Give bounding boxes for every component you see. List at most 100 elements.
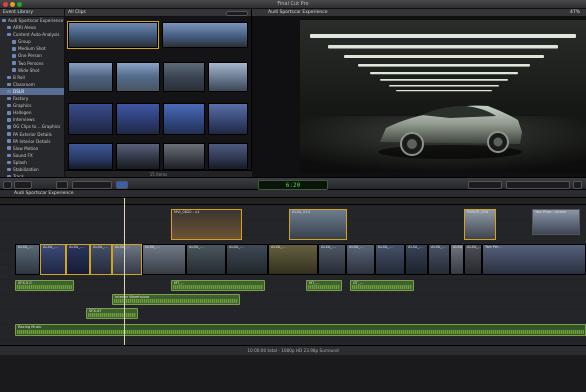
library-item[interactable]: PA Interior Details xyxy=(0,138,64,145)
app-window: Final Cut Pro Event Library Audi Sportsc… xyxy=(0,0,586,392)
audio-clip-gt[interactable]: GT_... xyxy=(350,280,414,291)
browser-clip-14[interactable] xyxy=(208,143,248,170)
clip-label: ALXA_... xyxy=(431,245,446,249)
storyline-clip[interactable]: ALXA_... xyxy=(450,244,464,275)
event-icon xyxy=(7,167,11,172)
storyline-clip[interactable]: ALXA_... xyxy=(346,244,375,275)
library-item[interactable]: Group xyxy=(0,38,64,45)
library-item[interactable]: One Person xyxy=(0,52,64,59)
storyline-clip[interactable]: ALXA_... xyxy=(375,244,405,275)
audio-clip-mt-1[interactable]: MT_... xyxy=(171,280,265,291)
library-item[interactable]: Sound FX xyxy=(0,152,64,159)
event-icon xyxy=(12,47,16,51)
library-item[interactable]: Audi Sportscar Experience xyxy=(0,17,64,24)
audio-clip-racing-music[interactable]: Racing Music xyxy=(15,324,586,336)
audio-clip-sfx[interactable]: SFX-5.0 xyxy=(15,280,74,291)
storyline-clip[interactable]: ALXA_... xyxy=(142,244,186,275)
library-item[interactable]: Factory xyxy=(0,95,64,102)
clip-label: MVI_0820 - v1 xyxy=(174,210,200,214)
waveform xyxy=(88,313,136,317)
audio-clip-sfx-47[interactable]: SFX-47 xyxy=(86,308,138,319)
rating-buttons[interactable] xyxy=(72,180,112,189)
storyline-clip[interactable]: ALXA_... xyxy=(268,244,318,275)
storyline-clip[interactable]: ALXA_... xyxy=(226,244,268,275)
browser-clip-1[interactable] xyxy=(67,21,159,49)
browser-clip-9[interactable] xyxy=(163,103,205,135)
library-item[interactable]: Classroom xyxy=(0,81,64,88)
library-item[interactable]: Splash xyxy=(0,159,64,166)
library-item-label: Hallogen xyxy=(13,110,32,116)
storyline-clip[interactable]: ALXA_... xyxy=(15,244,40,275)
library-item[interactable]: Content Auto-Analysis xyxy=(0,31,64,38)
browser-footer: 15 items xyxy=(65,170,252,177)
browser-clip-6[interactable] xyxy=(208,62,248,92)
library-item-label: Wide Shot xyxy=(18,67,40,73)
event-icon xyxy=(7,32,11,37)
browser-clip-4[interactable] xyxy=(116,62,160,92)
library-item[interactable]: DSLR xyxy=(0,87,64,96)
storyline-clip[interactable]: ALXA_... xyxy=(40,244,66,275)
library-item[interactable]: ARRI Alexa xyxy=(0,24,64,31)
library-item[interactable]: OG Clips to ...Graphics xyxy=(0,123,64,130)
status-bar: 10:00:00 total - 1080p HD 23.98p Surroun… xyxy=(0,345,586,355)
browser-clip-13[interactable] xyxy=(163,143,205,170)
library-item[interactable]: Slow Motion xyxy=(0,145,64,152)
inspector-button[interactable] xyxy=(573,180,582,189)
timecode-display[interactable]: 6:20 xyxy=(258,179,328,190)
clip-label: ALXA_... xyxy=(229,245,244,249)
clip-label: ALXA_... xyxy=(467,245,482,249)
browser-clip-5[interactable] xyxy=(163,62,205,92)
search-input[interactable] xyxy=(226,10,248,16)
edit-buttons[interactable] xyxy=(468,180,502,189)
clip-label: ALXA_... xyxy=(145,245,160,249)
storyline-clip[interactable]: ALXA_... xyxy=(318,244,346,275)
browser-filter-label[interactable]: All Clips xyxy=(68,10,86,15)
browser-clip-10[interactable] xyxy=(208,103,248,135)
connected-clip-3[interactable]: PANOR_006 xyxy=(464,209,496,240)
library-item[interactable]: PA Exterior Details xyxy=(0,131,64,138)
viewer-header: Audi Sportscar Experience 47% xyxy=(252,9,586,17)
storyline-clip[interactable]: ALXA_... xyxy=(464,244,482,275)
storyline-clip[interactable]: ALXA_... xyxy=(66,244,90,275)
event-icon xyxy=(7,75,11,80)
browser-clip-3[interactable] xyxy=(68,62,113,92)
clip-label: ALXA_... xyxy=(43,245,58,249)
library-item[interactable]: Hallogen xyxy=(0,109,64,116)
browser-clip-8[interactable] xyxy=(116,103,160,135)
connected-clip-4[interactable]: Two Piste...Intake xyxy=(532,209,580,235)
library-toggle-button[interactable] xyxy=(14,180,32,189)
storyline-clip[interactable]: ALXA_... xyxy=(405,244,428,275)
storyline-clip[interactable]: ALXA_... xyxy=(112,244,142,275)
library-item[interactable]: Interviews xyxy=(0,116,64,123)
library-item-label: OG Clips to ...Graphics xyxy=(13,124,61,130)
effects-browser-buttons[interactable] xyxy=(506,180,570,189)
browser-clip-2[interactable] xyxy=(162,22,248,48)
storyline-clip[interactable]: ALXA_... xyxy=(90,244,112,275)
audio-clip-interior-warehouse[interactable]: Interior Warehouse xyxy=(112,294,240,305)
browser-clip-11[interactable] xyxy=(68,143,113,170)
storyline-clip[interactable]: ALXA_... xyxy=(428,244,450,275)
window-title: Final Cut Pro xyxy=(277,1,309,7)
playhead[interactable] xyxy=(124,198,125,345)
import-button[interactable] xyxy=(56,180,68,189)
library-item[interactable]: Wide Shot xyxy=(0,67,64,74)
keyword-button[interactable] xyxy=(116,180,128,189)
event-icon xyxy=(7,139,11,143)
audio-clip-mt-2[interactable]: MT_... xyxy=(306,280,342,291)
library-item[interactable]: B Roll xyxy=(0,74,64,81)
event-icon xyxy=(7,111,11,115)
library-item[interactable]: Two Persons xyxy=(0,60,64,67)
clip-label: ALXA_... xyxy=(69,245,84,249)
storyline-clip[interactable]: ALXA_... xyxy=(186,244,226,275)
connected-clip-1[interactable]: MVI_0820 - v1 xyxy=(171,209,242,240)
record-voiceover-button[interactable] xyxy=(3,180,12,189)
browser-clip-7[interactable] xyxy=(68,103,113,135)
library-item[interactable]: Graphics xyxy=(0,102,64,109)
viewer-zoom[interactable]: 47% xyxy=(570,9,580,17)
connected-clip-2[interactable]: ALXA_014 xyxy=(289,209,347,240)
timeline-ruler[interactable] xyxy=(0,198,586,205)
library-item[interactable]: Medium Shot xyxy=(0,45,64,52)
library-item[interactable]: Stabilization xyxy=(0,166,64,173)
browser-clip-12[interactable] xyxy=(116,143,160,170)
storyline-clip[interactable]: Two Per... xyxy=(482,244,586,275)
